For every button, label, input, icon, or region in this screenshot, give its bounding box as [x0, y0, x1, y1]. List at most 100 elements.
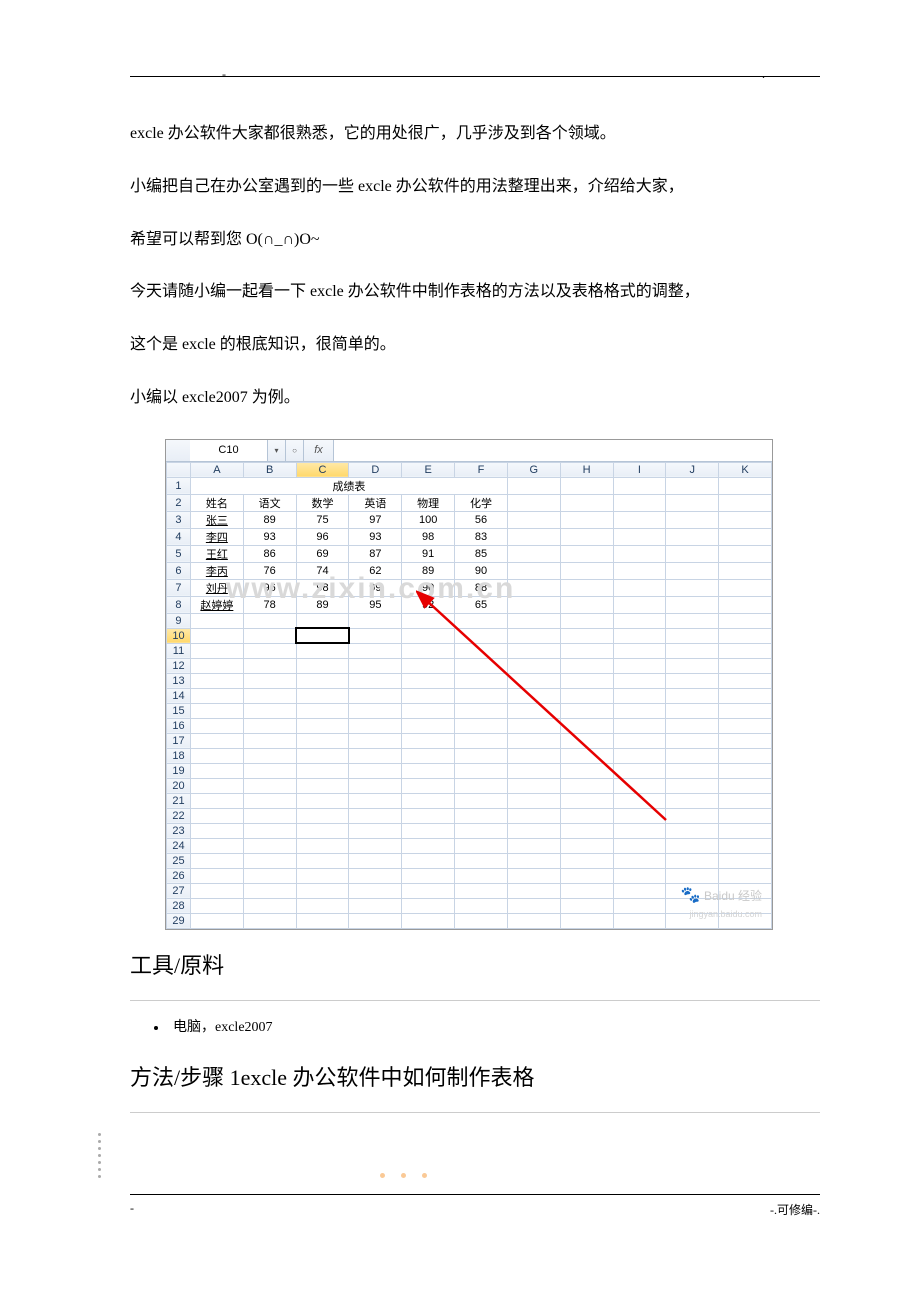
cell-D3[interactable]: 97: [349, 511, 402, 528]
column-header-E[interactable]: E: [402, 462, 455, 477]
row-header-29[interactable]: 29: [167, 913, 191, 928]
cell-K3[interactable]: [719, 511, 772, 528]
cell-B5[interactable]: 86: [243, 545, 296, 562]
cell-G28[interactable]: [507, 898, 560, 913]
column-header-H[interactable]: H: [560, 462, 613, 477]
row-header-3[interactable]: 3: [167, 511, 191, 528]
cell-E22[interactable]: [402, 808, 455, 823]
cell-H2[interactable]: [560, 494, 613, 511]
cell-I26[interactable]: [613, 868, 666, 883]
cell-F15[interactable]: [455, 703, 508, 718]
cell-G27[interactable]: [507, 883, 560, 898]
cell-G17[interactable]: [507, 733, 560, 748]
cell-K7[interactable]: [719, 579, 772, 596]
cell-H26[interactable]: [560, 868, 613, 883]
cell-K2[interactable]: [719, 494, 772, 511]
cell-A3[interactable]: 张三: [190, 511, 243, 528]
cell-I24[interactable]: [613, 838, 666, 853]
cell-K17[interactable]: [719, 733, 772, 748]
cell-E20[interactable]: [402, 778, 455, 793]
cell-A25[interactable]: [190, 853, 243, 868]
cell-H16[interactable]: [560, 718, 613, 733]
row-header-5[interactable]: 5: [167, 545, 191, 562]
cell-G16[interactable]: [507, 718, 560, 733]
cell-K13[interactable]: [719, 673, 772, 688]
column-header-D[interactable]: D: [349, 462, 402, 477]
cell-K6[interactable]: [719, 562, 772, 579]
cell-C21[interactable]: [296, 793, 349, 808]
cell-C6[interactable]: 74: [296, 562, 349, 579]
cell-I15[interactable]: [613, 703, 666, 718]
cell-C15[interactable]: [296, 703, 349, 718]
cell-E3[interactable]: 100: [402, 511, 455, 528]
cell-H22[interactable]: [560, 808, 613, 823]
cell-I25[interactable]: [613, 853, 666, 868]
cell-J21[interactable]: [666, 793, 719, 808]
cell-B17[interactable]: [243, 733, 296, 748]
cell-A22[interactable]: [190, 808, 243, 823]
cell-H18[interactable]: [560, 748, 613, 763]
cell-K5[interactable]: [719, 545, 772, 562]
cell-K14[interactable]: [719, 688, 772, 703]
cell-G10[interactable]: [507, 628, 560, 643]
cell-H3[interactable]: [560, 511, 613, 528]
cell-E19[interactable]: [402, 763, 455, 778]
cell-F20[interactable]: [455, 778, 508, 793]
cell-E26[interactable]: [402, 868, 455, 883]
cell-C25[interactable]: [296, 853, 349, 868]
cell-A18[interactable]: [190, 748, 243, 763]
cell-H9[interactable]: [560, 613, 613, 628]
cell-G12[interactable]: [507, 658, 560, 673]
cell-B15[interactable]: [243, 703, 296, 718]
cell-C29[interactable]: [296, 913, 349, 928]
cell-F16[interactable]: [455, 718, 508, 733]
cell-G9[interactable]: [507, 613, 560, 628]
row-header-7[interactable]: 7: [167, 579, 191, 596]
row-header-17[interactable]: 17: [167, 733, 191, 748]
cell-H21[interactable]: [560, 793, 613, 808]
cell-B24[interactable]: [243, 838, 296, 853]
cell-F6[interactable]: 90: [455, 562, 508, 579]
cell-G11[interactable]: [507, 643, 560, 658]
cell-D22[interactable]: [349, 808, 402, 823]
column-header-G[interactable]: G: [507, 462, 560, 477]
cell-K20[interactable]: [719, 778, 772, 793]
cell-J20[interactable]: [666, 778, 719, 793]
cell-A17[interactable]: [190, 733, 243, 748]
cell-K26[interactable]: [719, 868, 772, 883]
cell-G8[interactable]: [507, 596, 560, 613]
cell-I6[interactable]: [613, 562, 666, 579]
cell-B21[interactable]: [243, 793, 296, 808]
cell-J22[interactable]: [666, 808, 719, 823]
cell-B16[interactable]: [243, 718, 296, 733]
cell-H12[interactable]: [560, 658, 613, 673]
cell-F17[interactable]: [455, 733, 508, 748]
cell-F26[interactable]: [455, 868, 508, 883]
cell-K24[interactable]: [719, 838, 772, 853]
cell-I13[interactable]: [613, 673, 666, 688]
cell-F4[interactable]: 83: [455, 528, 508, 545]
row-header-28[interactable]: 28: [167, 898, 191, 913]
row-header-15[interactable]: 15: [167, 703, 191, 718]
cell-F10[interactable]: [455, 628, 508, 643]
cell-D13[interactable]: [349, 673, 402, 688]
fx-icon[interactable]: fx: [304, 440, 334, 461]
cell-A21[interactable]: [190, 793, 243, 808]
cell-J4[interactable]: [666, 528, 719, 545]
cell-F3[interactable]: 56: [455, 511, 508, 528]
cell-H15[interactable]: [560, 703, 613, 718]
cell-A28[interactable]: [190, 898, 243, 913]
cell-A27[interactable]: [190, 883, 243, 898]
cell-E25[interactable]: [402, 853, 455, 868]
cell-E8[interactable]: 92: [402, 596, 455, 613]
cell-E24[interactable]: [402, 838, 455, 853]
row-header-26[interactable]: 26: [167, 868, 191, 883]
cell-C19[interactable]: [296, 763, 349, 778]
cell-K11[interactable]: [719, 643, 772, 658]
cell-H19[interactable]: [560, 763, 613, 778]
cell-F21[interactable]: [455, 793, 508, 808]
cell-C14[interactable]: [296, 688, 349, 703]
cell[interactable]: [666, 477, 719, 494]
cell-C27[interactable]: [296, 883, 349, 898]
select-all-corner[interactable]: [167, 462, 191, 477]
